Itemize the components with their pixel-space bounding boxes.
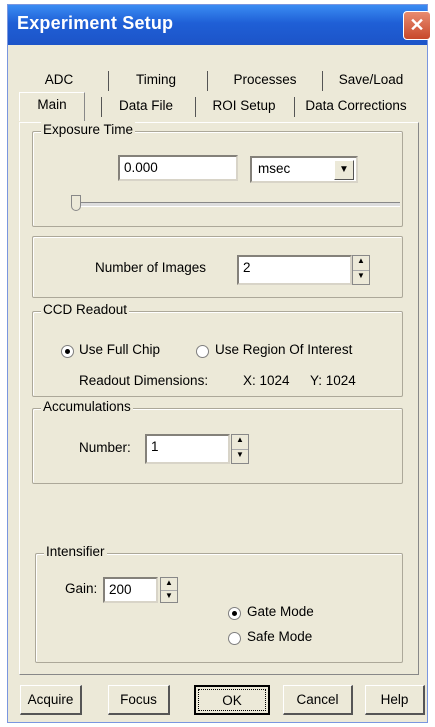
cancel-button[interactable]: Cancel <box>283 685 353 715</box>
cancel-label: Cancel <box>296 692 339 707</box>
intensifier-legend: Intensifier <box>44 544 107 559</box>
tab-separator <box>195 97 196 117</box>
accumulations-number-value: 1 <box>151 439 159 454</box>
gain-spinner[interactable]: ▲ ▼ <box>160 577 178 603</box>
help-button[interactable]: Help <box>365 685 425 715</box>
close-button[interactable]: ✕ <box>403 11 431 40</box>
window-title: Experiment Setup <box>17 13 174 33</box>
accumulations-legend: Accumulations <box>41 399 133 414</box>
tab-save-load-label: Save/Load <box>338 72 404 87</box>
tab-processes[interactable]: Processes <box>215 68 315 92</box>
acquire-button[interactable]: Acquire <box>20 685 82 715</box>
chevron-down-icon[interactable]: ▼ <box>334 160 354 180</box>
tab-roi-setup-label: ROI Setup <box>212 98 276 113</box>
tab-row-front: Main Data File ROI Setup Data Correction… <box>19 92 419 121</box>
spin-down-icon[interactable]: ▼ <box>353 271 369 285</box>
readout-dimensions-x: X: 1024 <box>243 373 290 388</box>
safe-mode-radio[interactable] <box>228 632 241 645</box>
tab-adc-label: ADC <box>44 72 74 87</box>
spin-down-icon[interactable]: ▼ <box>232 450 248 464</box>
tab-timing-label: Timing <box>135 72 176 87</box>
tab-data-corrections[interactable]: Data Corrections <box>295 94 417 118</box>
ok-button[interactable]: OK <box>194 685 270 715</box>
number-of-images-input[interactable]: 2 <box>237 255 352 285</box>
exposure-unit-value: msec <box>258 161 291 176</box>
exposure-unit-select[interactable]: msec ▼ <box>250 156 358 183</box>
gain-value: 200 <box>109 582 132 597</box>
exposure-time-value: 0.000 <box>124 160 158 175</box>
spin-up-icon[interactable]: ▲ <box>232 435 248 450</box>
use-full-chip-radio[interactable] <box>61 345 74 358</box>
acquire-label: Acquire <box>27 692 74 707</box>
exposure-time-legend: Exposure Time <box>41 122 136 137</box>
tab-processes-label: Processes <box>233 72 297 87</box>
focus-label: Focus <box>120 692 157 707</box>
safe-mode-label[interactable]: Safe Mode <box>247 629 312 644</box>
accumulations-spinner[interactable]: ▲ ▼ <box>231 434 249 464</box>
readout-dimensions-y: Y: 1024 <box>310 373 356 388</box>
number-of-images-label: Number of Images <box>95 260 207 275</box>
tab-separator <box>322 71 323 91</box>
accumulations-number-label: Number: <box>79 440 131 455</box>
tab-adc[interactable]: ADC <box>29 68 89 92</box>
exposure-slider-thumb[interactable] <box>71 195 81 211</box>
ccd-readout-legend: CCD Readout <box>41 302 130 317</box>
title-bar: Experiment Setup ✕ <box>8 5 431 45</box>
tab-separator <box>207 71 208 91</box>
ok-label: OK <box>222 693 242 708</box>
readout-dimensions-label: Readout Dimensions: <box>79 373 209 388</box>
number-of-images-spinner[interactable]: ▲ ▼ <box>352 255 370 285</box>
experiment-setup-window: Experiment Setup ✕ ADC Timing Processes … <box>7 4 431 723</box>
exposure-time-input[interactable]: 0.000 <box>118 155 238 181</box>
help-label: Help <box>380 692 409 707</box>
intensifier-group: Intensifier <box>35 544 403 663</box>
tab-save-load[interactable]: Save/Load <box>327 68 415 92</box>
gate-mode-label[interactable]: Gate Mode <box>247 604 314 619</box>
tab-main-label: Main <box>37 97 67 112</box>
use-roi-label[interactable]: Use Region Of Interest <box>215 342 352 357</box>
use-roi-radio[interactable] <box>196 345 209 358</box>
tab-roi-setup[interactable]: ROI Setup <box>199 94 289 118</box>
spin-up-icon[interactable]: ▲ <box>353 256 369 271</box>
accumulations-number-input[interactable]: 1 <box>145 434 230 464</box>
tab-separator <box>101 97 102 117</box>
gain-label: Gain: <box>65 581 98 596</box>
tab-data-corrections-label: Data Corrections <box>305 98 407 113</box>
use-full-chip-label[interactable]: Use Full Chip <box>79 342 160 357</box>
focus-button[interactable]: Focus <box>108 685 170 715</box>
tab-separator <box>108 71 109 91</box>
tab-data-file[interactable]: Data File <box>103 94 189 118</box>
gain-input[interactable]: 200 <box>103 577 158 603</box>
tab-data-file-label: Data File <box>118 98 174 113</box>
close-icon: ✕ <box>409 15 425 35</box>
tab-main[interactable]: Main <box>19 92 85 121</box>
exposure-slider-track[interactable] <box>74 202 400 207</box>
spin-up-icon[interactable]: ▲ <box>161 578 177 591</box>
number-of-images-value: 2 <box>243 260 251 275</box>
tab-row-back: ADC Timing Processes Save/Load <box>19 68 419 94</box>
tab-timing[interactable]: Timing <box>115 68 197 92</box>
gate-mode-radio[interactable] <box>228 607 241 620</box>
spin-down-icon[interactable]: ▼ <box>161 591 177 603</box>
